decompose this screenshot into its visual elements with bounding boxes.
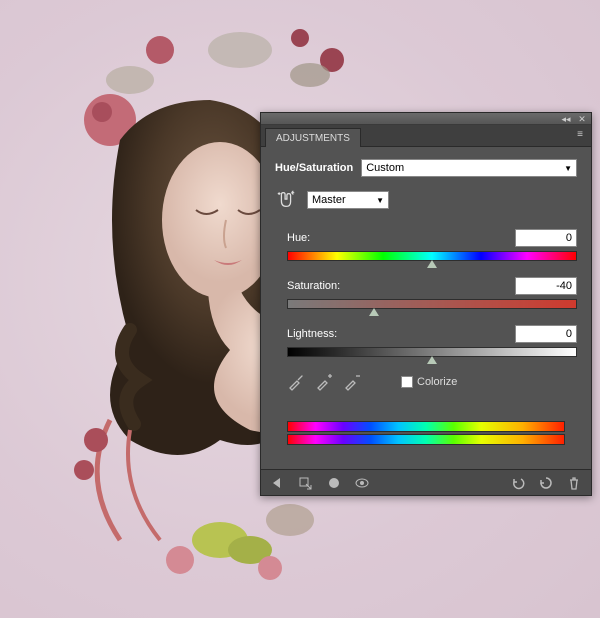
targeted-adjustment-icon[interactable] <box>275 189 297 211</box>
input-spectrum[interactable] <box>287 421 565 432</box>
panel-titlebar[interactable]: ◂◂ ✕ <box>261 113 591 125</box>
hue-value-input[interactable] <box>515 229 577 247</box>
eyedropper-add-icon[interactable] <box>315 373 333 391</box>
hue-slider-block: Hue: <box>287 229 577 261</box>
saturation-value-input[interactable] <box>515 277 577 295</box>
chevron-down-icon: ▼ <box>564 164 572 173</box>
eyedropper-subtract-icon[interactable] <box>343 373 361 391</box>
collapse-icon[interactable]: ◂◂ <box>559 114 573 124</box>
hue-thumb[interactable] <box>427 260 437 268</box>
lightness-track[interactable] <box>287 347 577 357</box>
saturation-label: Saturation: <box>287 280 340 292</box>
reset-button[interactable] <box>537 474 555 492</box>
toggle-visibility-button[interactable] <box>353 474 371 492</box>
saturation-slider-block: Saturation: <box>287 277 577 309</box>
output-spectrum <box>287 434 565 445</box>
lightness-value-input[interactable] <box>515 325 577 343</box>
adjustments-panel: ◂◂ ✕ ADJUSTMENTS ≡ Hue/Saturation Custom… <box>260 112 592 496</box>
saturation-thumb[interactable] <box>369 308 379 316</box>
spectrum-bars <box>287 421 565 445</box>
hue-label: Hue: <box>287 232 310 244</box>
chevron-down-icon: ▼ <box>376 196 384 205</box>
back-button[interactable] <box>269 474 287 492</box>
panel-tabs: ADJUSTMENTS ≡ <box>261 125 591 147</box>
clip-to-layer-button[interactable] <box>297 474 315 492</box>
tab-adjustments[interactable]: ADJUSTMENTS <box>265 128 361 147</box>
colorize-label: Colorize <box>417 376 457 388</box>
hue-track[interactable] <box>287 251 577 261</box>
color-range-value: Master <box>312 194 346 206</box>
panel-footer <box>261 469 591 495</box>
lightness-thumb[interactable] <box>427 356 437 364</box>
preset-select[interactable]: Custom ▼ <box>361 159 577 177</box>
eyedropper-icon[interactable] <box>287 373 305 391</box>
panel-body: Hue/Saturation Custom ▼ Master ▼ Hue: <box>261 147 591 469</box>
close-icon[interactable]: ✕ <box>575 114 589 124</box>
trash-button[interactable] <box>565 474 583 492</box>
adjustment-title: Hue/Saturation <box>275 162 353 174</box>
view-mask-button[interactable] <box>325 474 343 492</box>
eyedropper-row: Colorize <box>287 373 577 391</box>
color-range-select[interactable]: Master ▼ <box>307 191 389 209</box>
preset-value: Custom <box>366 162 404 174</box>
lightness-label: Lightness: <box>287 328 337 340</box>
previous-state-button[interactable] <box>509 474 527 492</box>
saturation-track[interactable] <box>287 299 577 309</box>
panel-menu-icon[interactable]: ≡ <box>573 129 587 143</box>
colorize-checkbox[interactable] <box>401 376 413 388</box>
lightness-slider-block: Lightness: <box>287 325 577 357</box>
